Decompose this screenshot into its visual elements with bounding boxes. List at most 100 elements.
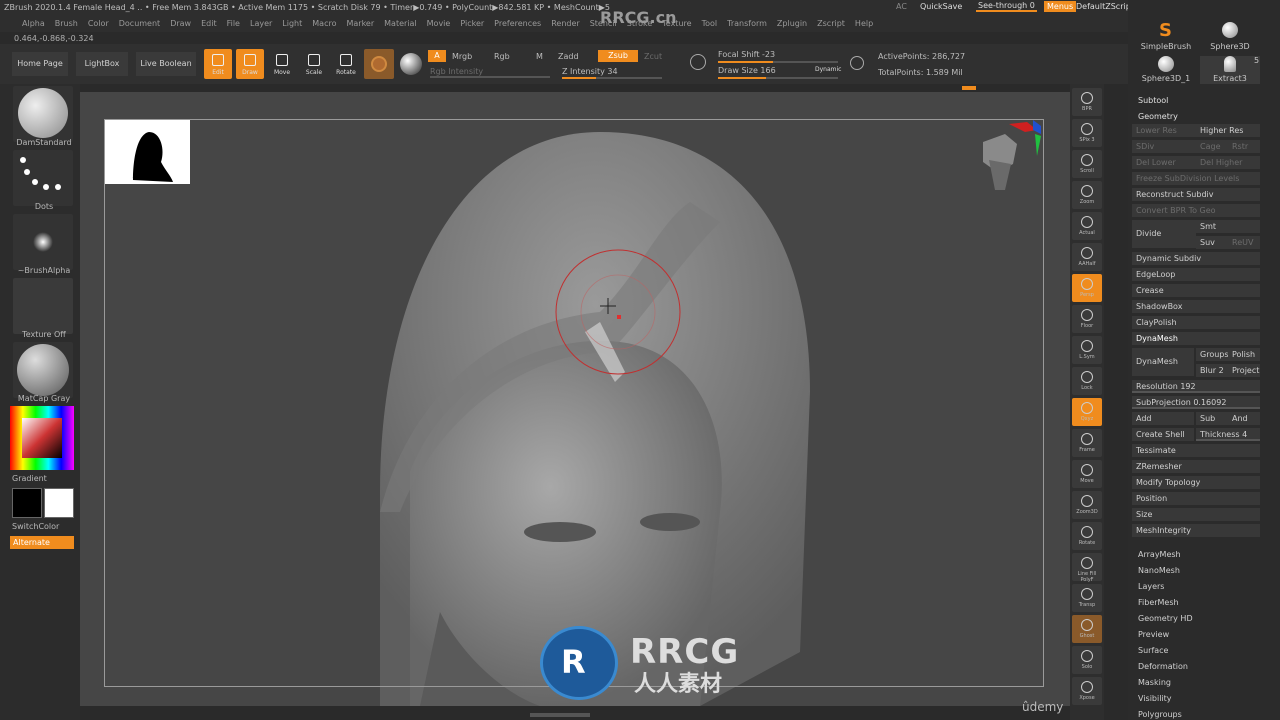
color-picker-square[interactable] [22, 418, 62, 458]
menu-help[interactable]: Help [855, 19, 873, 28]
secondary-color-swatch[interactable] [12, 488, 42, 518]
edgeloop-button[interactable]: EdgeLoop [1132, 268, 1260, 281]
bottom-tray-handle[interactable] [530, 713, 590, 717]
convert-bpr-button[interactable]: Convert BPR To Geo [1132, 204, 1260, 217]
switchcolor-button[interactable]: SwitchColor [12, 522, 74, 531]
tessimate-button[interactable]: Tessimate [1132, 444, 1260, 457]
section-fibermesh[interactable]: FiberMesh [1138, 598, 1179, 607]
size-button[interactable]: Size [1132, 508, 1260, 521]
rgb-intensity-slider[interactable]: Rgb Intensity [430, 67, 483, 76]
zadd-toggle[interactable]: Zadd [558, 52, 579, 61]
menu-marker[interactable]: Marker [346, 19, 374, 28]
menu-movie[interactable]: Movie [427, 19, 451, 28]
home-page-button[interactable]: Home Page [12, 52, 68, 76]
brush-thumbnail[interactable] [13, 86, 73, 142]
live-boolean-button[interactable]: Live Boolean [136, 52, 196, 76]
position-button[interactable]: Position [1132, 492, 1260, 505]
rgb-toggle[interactable]: Rgb [494, 52, 510, 61]
draw-size-slider[interactable]: Draw Size 166 [718, 66, 776, 75]
menu-layer[interactable]: Layer [250, 19, 272, 28]
shelf-polyf-button[interactable]: Line Fill PolyF [1072, 553, 1102, 583]
blur-slider[interactable]: Blur 2 [1196, 364, 1228, 377]
shelf-transp-button[interactable]: Transp [1072, 584, 1102, 612]
navigator-thumbnail[interactable] [105, 120, 190, 184]
edit-button[interactable]: Edit [204, 49, 232, 79]
move-button[interactable]: Move [268, 49, 296, 79]
subprojection-slider[interactable]: SubProjection 0.16092 [1132, 396, 1260, 409]
alpha-thumbnail[interactable] [13, 214, 73, 270]
menu-draw[interactable]: Draw [170, 19, 191, 28]
del-lower-button[interactable]: Del Lower [1132, 156, 1196, 169]
shelf-solo-button[interactable]: Solo [1072, 646, 1102, 674]
groups-toggle[interactable]: Groups [1196, 348, 1228, 361]
texture-sphere-icon[interactable] [400, 53, 422, 75]
higher-res-button[interactable]: Higher Res [1196, 124, 1260, 137]
alternate-button[interactable]: Alternate [10, 536, 74, 549]
shelf-floor-button[interactable]: Floor [1072, 305, 1102, 333]
menu-color[interactable]: Color [88, 19, 109, 28]
focal-shift-slider[interactable]: Focal Shift -23 [718, 50, 775, 59]
dynamic-subdiv-button[interactable]: Dynamic Subdiv [1132, 252, 1260, 265]
reconstruct-subdiv-button[interactable]: Reconstruct Subdiv [1132, 188, 1260, 201]
shelf-scroll-button[interactable]: Scroll [1072, 150, 1102, 178]
create-shell-button[interactable]: Create Shell [1132, 428, 1194, 441]
scale-button[interactable]: Scale [300, 49, 328, 79]
z-intensity-slider[interactable]: Z Intensity 34 [562, 67, 618, 76]
section-nanomesh[interactable]: NanoMesh [1138, 566, 1180, 575]
suv-toggle[interactable]: Suv [1196, 236, 1228, 249]
shelf-zoom-button[interactable]: Zoom [1072, 181, 1102, 209]
shelf-frame-button[interactable]: Frame [1072, 429, 1102, 457]
z-intensity-track[interactable] [562, 77, 662, 79]
sdiv-slider[interactable]: SDiv [1132, 140, 1196, 153]
menu-macro[interactable]: Macro [312, 19, 336, 28]
reuv-toggle[interactable]: ReUV [1228, 236, 1260, 249]
focal-shift-track[interactable] [718, 61, 838, 63]
menu-picker[interactable]: Picker [460, 19, 484, 28]
shelf-aahalf-button[interactable]: AAHalf [1072, 243, 1102, 271]
smt-toggle[interactable]: Smt [1196, 220, 1260, 233]
shelf-rotate-button[interactable]: Rotate [1072, 522, 1102, 550]
project-toggle[interactable]: Project [1228, 364, 1260, 377]
rstr-button[interactable]: Rstr [1228, 140, 1260, 153]
subtool-header[interactable]: Subtool [1138, 96, 1168, 105]
m-toggle[interactable]: M [536, 52, 543, 61]
see-through-slider[interactable]: See-through 0 [976, 1, 1037, 12]
lower-res-button[interactable]: Lower Res [1132, 124, 1196, 137]
main-color-swatch[interactable] [44, 488, 74, 518]
section-visibility[interactable]: Visibility [1138, 694, 1172, 703]
menu-material[interactable]: Material [384, 19, 417, 28]
crease-button[interactable]: Crease [1132, 284, 1260, 297]
draw-button[interactable]: Draw [236, 49, 264, 79]
material-swatch[interactable] [364, 49, 394, 79]
menu-alpha[interactable]: Alpha [22, 19, 45, 28]
brush-simplebrush[interactable]: S SimpleBrush [1136, 18, 1196, 56]
shelf-move-button[interactable]: Move [1072, 460, 1102, 488]
menu-tool[interactable]: Tool [702, 19, 718, 28]
shelf-persp-button[interactable]: Persp [1072, 274, 1102, 302]
tray-handle[interactable] [962, 86, 976, 90]
section-arraymesh[interactable]: ArrayMesh [1138, 550, 1181, 559]
freeze-subdivision-button[interactable]: Freeze SubDivision Levels [1132, 172, 1260, 185]
menu-document[interactable]: Document [119, 19, 160, 28]
modify-topology-button[interactable]: Modify Topology [1132, 476, 1260, 489]
shelf-xpose-button[interactable]: Xpose [1072, 677, 1102, 705]
zremesher-button[interactable]: ZRemesher [1132, 460, 1260, 473]
dynamic-toggle[interactable]: Dynamic [815, 66, 841, 73]
shelf-zoom3d-button[interactable]: Zoom3D [1072, 491, 1102, 519]
material-thumbnail[interactable] [13, 342, 73, 398]
section-polygroups[interactable]: Polygroups [1138, 710, 1182, 719]
geometry-header[interactable]: Geometry [1138, 112, 1178, 121]
and-button[interactable]: And [1228, 412, 1260, 425]
menu-edit[interactable]: Edit [201, 19, 217, 28]
section-preview[interactable]: Preview [1138, 630, 1169, 639]
lightbox-button[interactable]: LightBox [76, 52, 128, 76]
brush-sphere3d[interactable]: Sphere3D [1200, 18, 1260, 56]
rotate-button[interactable]: Rotate [332, 49, 360, 79]
shelf-spix-button[interactable]: SPix 3 [1072, 119, 1102, 147]
claypolish-button[interactable]: ClayPolish [1132, 316, 1260, 329]
dynamesh-section[interactable]: DynaMesh [1132, 332, 1260, 345]
menu-zplugin[interactable]: Zplugin [777, 19, 807, 28]
menu-preferences[interactable]: Preferences [494, 19, 541, 28]
section-surface[interactable]: Surface [1138, 646, 1168, 655]
color-picker[interactable] [10, 406, 74, 470]
